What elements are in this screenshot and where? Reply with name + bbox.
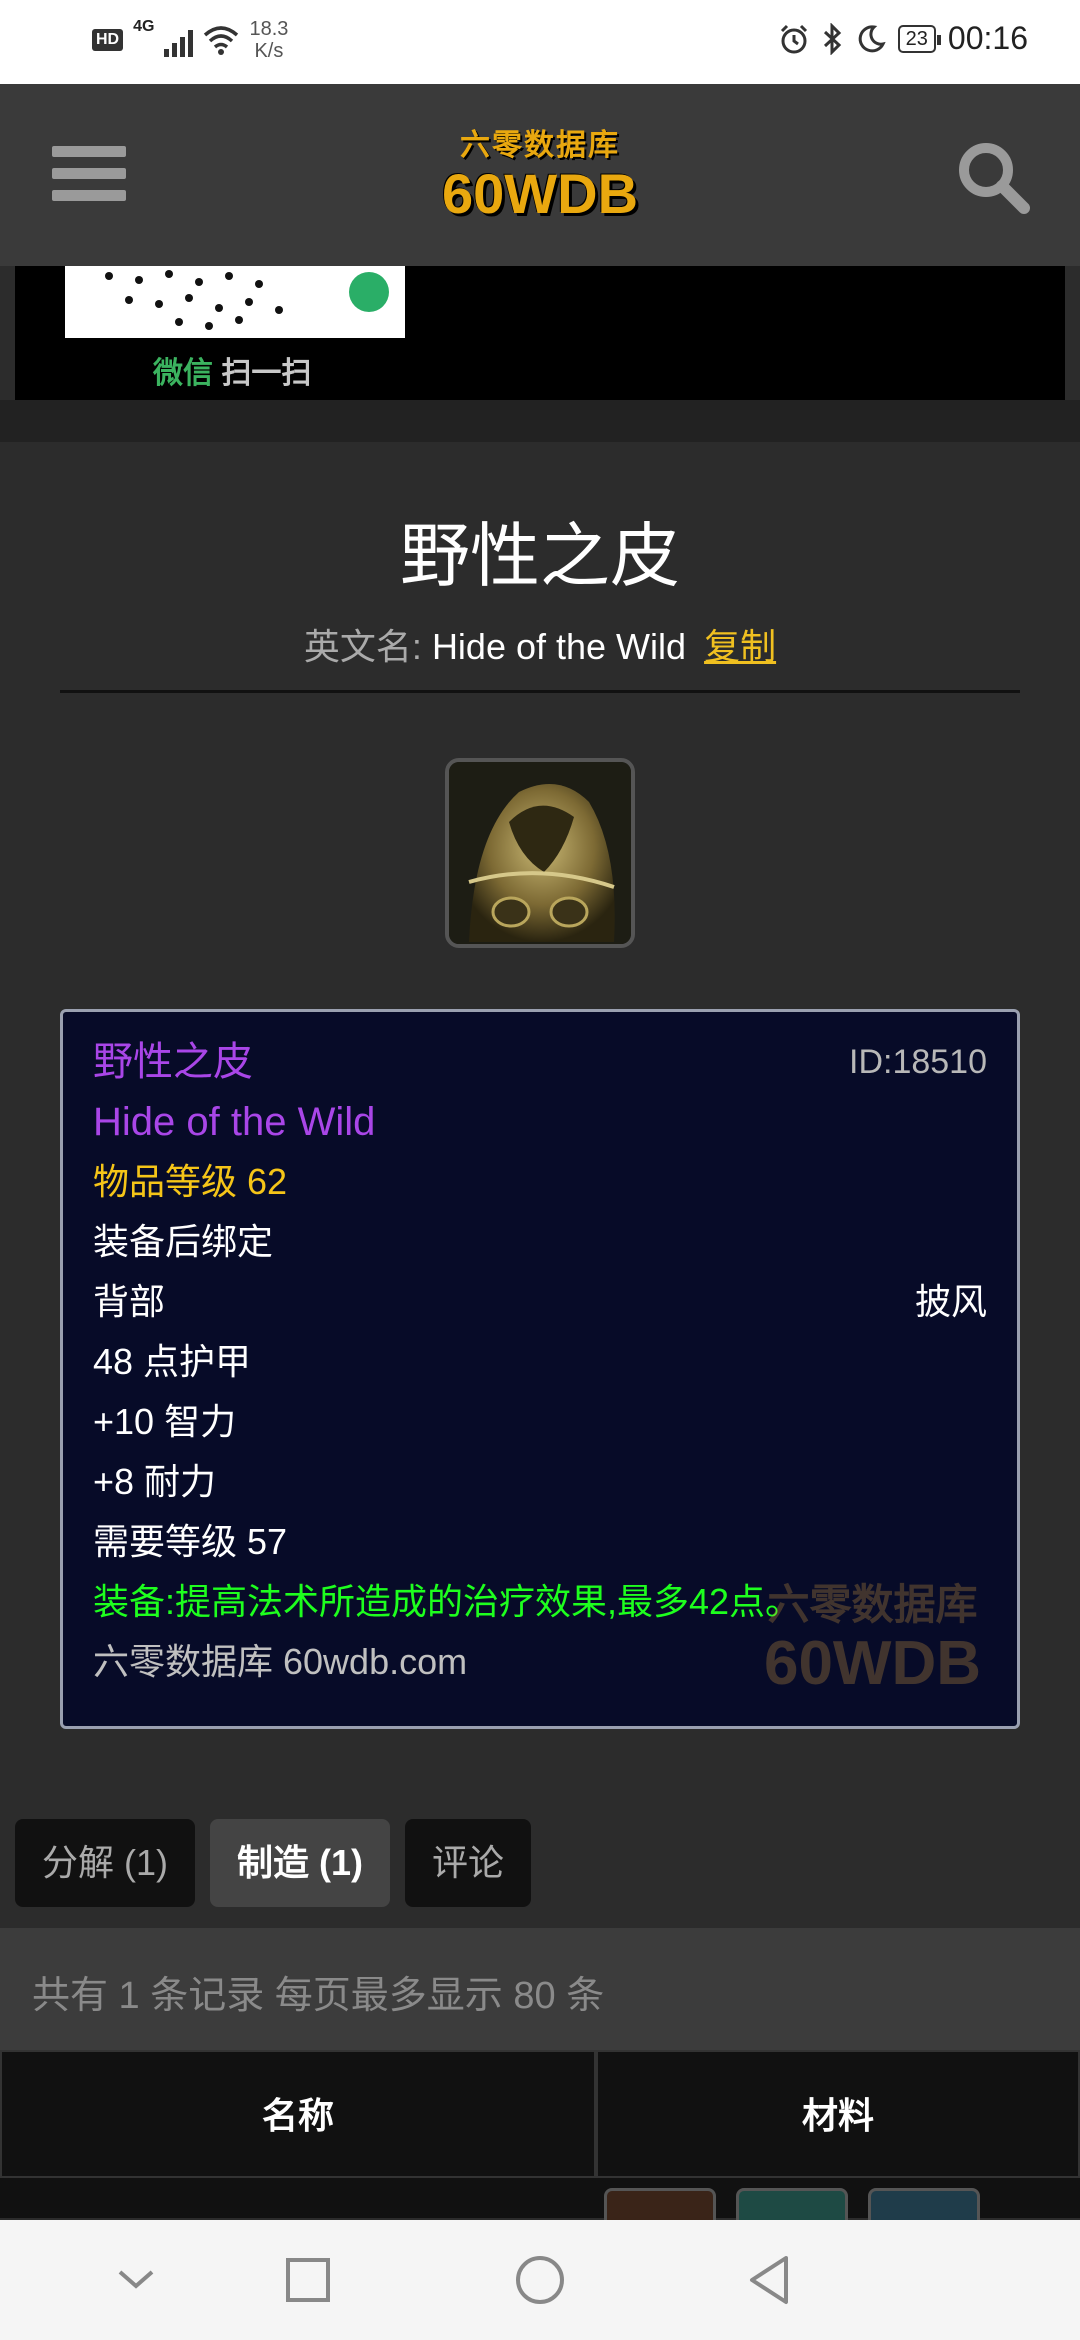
tab-comments[interactable]: 评论 <box>405 1819 531 1907</box>
item-tooltip: 野性之皮 ID:18510 Hide of the Wild 物品等级 62 装… <box>60 1009 1020 1729</box>
scan-label: 扫一扫 <box>221 357 312 390</box>
records-summary: 共有 1 条记录 每页最多显示 80 条 <box>0 1928 1080 2050</box>
wifi-icon <box>204 26 239 55</box>
logo-top-text: 六零数据库 <box>460 129 620 162</box>
bluetooth-icon <box>823 22 841 55</box>
triangle-back-icon <box>750 2256 788 2304</box>
banner-divider <box>0 400 1080 442</box>
slot-row: 背部 披风 <box>93 1282 987 1322</box>
nav-recents-button[interactable] <box>278 2250 338 2310</box>
stat-stamina: +8 耐力 <box>93 1461 217 1502</box>
network-type: 4G <box>133 18 155 35</box>
table-row <box>0 2178 1080 2228</box>
watermark-logo: 六零数据库 60WDB <box>764 1571 981 1696</box>
watermark-main: 60WDB <box>763 1629 981 1698</box>
hamburger-icon <box>52 146 126 201</box>
item-name-cn: 野性之皮 <box>93 1040 253 1084</box>
title-divider <box>60 690 1020 693</box>
search-button[interactable] <box>954 138 1034 218</box>
nav-back-button[interactable] <box>740 2250 800 2310</box>
watermark-top: 六零数据库 <box>767 1581 978 1628</box>
wechat-logo-icon <box>349 272 389 312</box>
nav-collapse-button[interactable] <box>106 2250 166 2310</box>
search-icon <box>959 143 1030 214</box>
circle-icon <box>516 2256 564 2304</box>
battery-level: 23 <box>905 27 928 50</box>
table-header: 名称 材料 <box>0 2050 1080 2178</box>
logo-main-text: 60WDB <box>441 162 639 225</box>
site-header: 六零数据库 60WDB <box>0 84 1080 266</box>
status-bar: HD 4G 18.3 K/s 23 00:16 <box>0 0 1080 84</box>
hd-badge: HD <box>92 29 124 51</box>
square-icon <box>286 2258 330 2302</box>
page-title: 野性之皮 <box>400 517 680 595</box>
system-nav-bar <box>0 2220 1080 2340</box>
speed-unit: K/s <box>254 40 284 62</box>
menu-button[interactable] <box>52 146 126 202</box>
copy-link[interactable]: 复制 <box>704 626 776 667</box>
qr-banner[interactable]: 微信 扫一扫 <box>15 266 1065 400</box>
records-text: 共有 1 条记录 每页最多显示 80 条 <box>32 1975 605 2017</box>
item-level: 物品等级 62 <box>93 1161 288 1202</box>
bind-type: 装备后绑定 <box>93 1221 274 1262</box>
required-level: 需要等级 57 <box>93 1521 288 1562</box>
english-name-value: Hide of the Wild <box>431 626 687 667</box>
nav-home-button[interactable] <box>510 2250 570 2310</box>
tab-disenchant[interactable]: 分解 (1) <box>15 1819 195 1907</box>
chevron-down-icon <box>118 2270 154 2289</box>
status-right: 23 00:16 <box>778 20 1028 57</box>
scan-caption: 微信 扫一扫 <box>153 348 311 392</box>
cloak-icon <box>449 762 631 944</box>
tab-crafted-by[interactable]: 制造 (1) <box>210 1819 390 1907</box>
english-name-label: 英文名: <box>303 626 422 667</box>
qr-code-image <box>65 266 405 338</box>
column-name-header[interactable]: 名称 <box>0 2050 596 2178</box>
column-materials-header[interactable]: 材料 <box>596 2050 1080 2178</box>
site-logo[interactable]: 六零数据库 60WDB <box>440 120 640 224</box>
item-type: 披风 <box>914 1281 987 1322</box>
item-name-en: Hide of the Wild <box>93 1100 376 1144</box>
signal-icon <box>164 23 194 57</box>
clock: 00:16 <box>947 20 1028 56</box>
item-slot: 背部 <box>93 1281 166 1322</box>
status-left: HD 4G 18.3 K/s <box>92 18 288 62</box>
moon-icon <box>858 24 886 52</box>
tooltip-name-row: 野性之皮 ID:18510 <box>93 1042 987 1083</box>
battery-icon: 23 <box>897 24 942 53</box>
item-icon[interactable] <box>445 758 635 948</box>
armor-value: 48 点护甲 <box>93 1341 252 1382</box>
stat-intellect: +10 智力 <box>93 1401 237 1442</box>
alarm-icon <box>780 24 807 53</box>
item-id: ID:18510 <box>849 1043 987 1081</box>
network-speed: 18.3 K/s <box>249 18 288 62</box>
english-name-row: 英文名: Hide of the Wild 复制 <box>0 618 1080 670</box>
wechat-label: 微信 <box>153 357 213 390</box>
speed-value: 18.3 <box>249 18 289 40</box>
